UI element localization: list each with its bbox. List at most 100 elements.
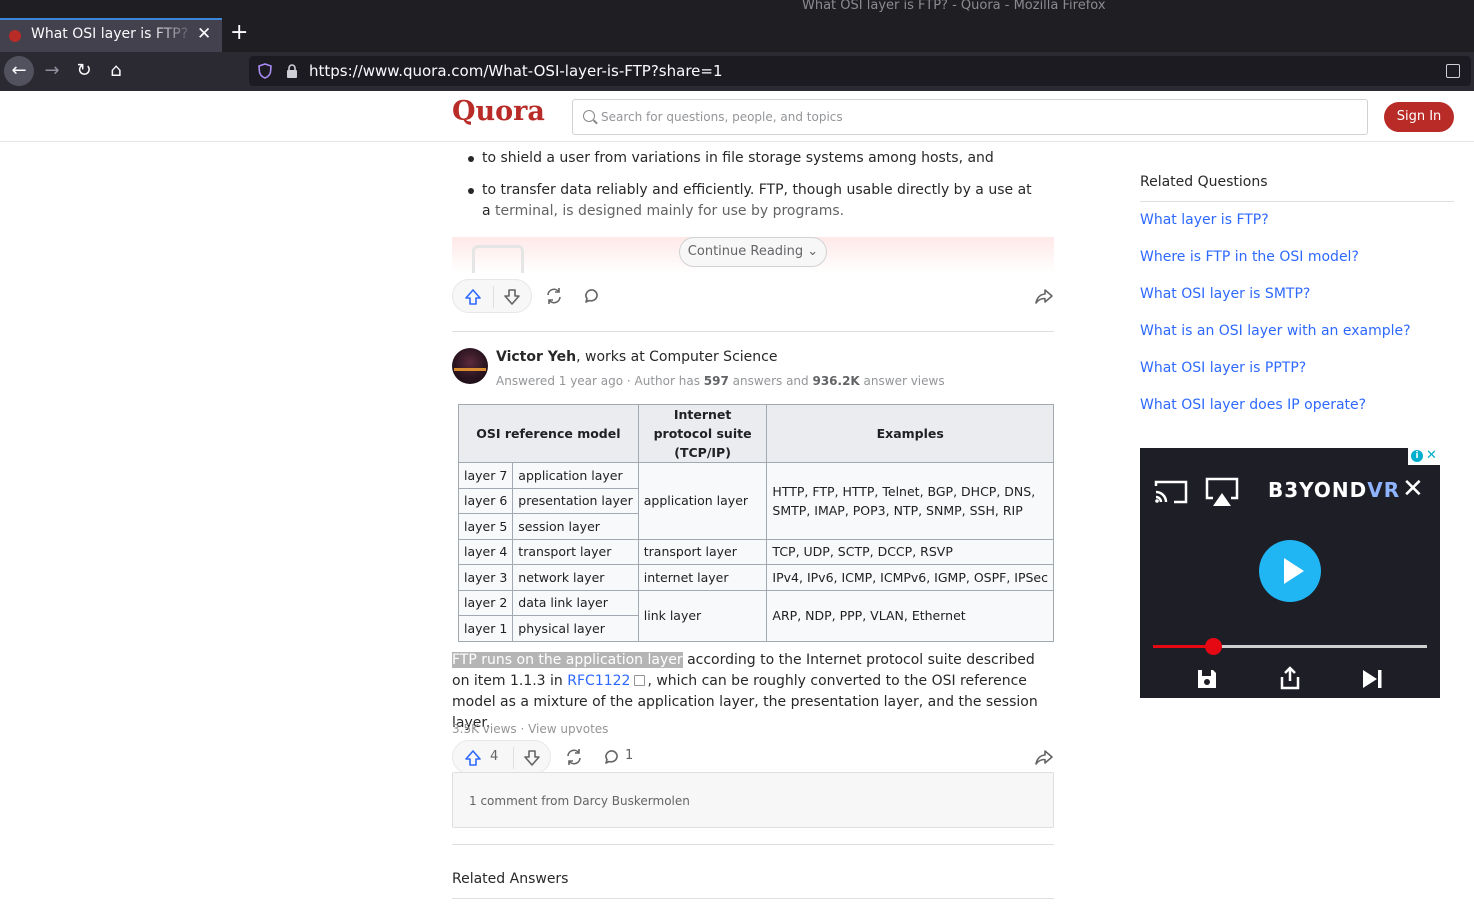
url-text[interactable]: https://www.quora.com/What-OSI-layer-is-…: [309, 62, 723, 80]
video-progress-track[interactable]: [1153, 645, 1427, 648]
share-arrow-icon[interactable]: [1034, 286, 1054, 306]
share-arrow-icon[interactable]: [1034, 747, 1054, 767]
table-cell: layer 7: [457, 462, 514, 489]
window-titlebar: What OSI layer is FTP? - Quora - Mozilla…: [0, 0, 1474, 18]
views-count: 3.5K views: [452, 722, 517, 736]
table-cell: IPv4, IPv6, ICMP, ICMPv6, IGMP, OSPF, IP…: [766, 564, 1054, 591]
table-cell: layer 3: [457, 564, 514, 591]
search-icon: [583, 110, 595, 122]
tab-title-fade: [150, 20, 195, 52]
vote-separator: [493, 286, 494, 308]
skip-next-icon[interactable]: [1361, 668, 1383, 690]
comment-count[interactable]: 1: [625, 748, 633, 763]
airplay-icon[interactable]: [1204, 476, 1240, 508]
search-input[interactable]: [601, 106, 1341, 128]
related-answers-heading: Related Answers: [452, 871, 569, 887]
comment-icon[interactable]: [603, 747, 623, 767]
table-cell: presentation layer: [512, 487, 639, 514]
author-credential[interactable]: , works at Computer Science: [576, 349, 777, 365]
table-cell: HTTP, FTP, HTTP, Telnet, BGP, DHCP, DNS,…: [766, 462, 1054, 540]
downvote-icon[interactable]: [502, 287, 522, 307]
table-cell: internet layer: [637, 564, 768, 591]
bullet-dot: [468, 156, 474, 162]
view-upvotes-link[interactable]: View upvotes: [528, 722, 608, 736]
avatar[interactable]: [452, 348, 488, 384]
table-header: Internet protocol suite (TCP/IP): [637, 404, 768, 463]
ad-info-icon[interactable]: i: [1411, 450, 1423, 462]
chevron-down-icon: ⌄: [807, 244, 819, 259]
table-row: layer 2 data link layer link layer ARP, …: [457, 589, 1054, 642]
table-cell: transport layer: [637, 538, 768, 565]
new-tab-button[interactable]: +: [230, 20, 248, 45]
forward-button[interactable]: →: [37, 56, 67, 86]
lock-icon[interactable]: [286, 64, 298, 78]
table-cell: data link layer: [512, 589, 639, 616]
author-name[interactable]: Victor Yeh: [496, 349, 576, 365]
external-link-icon: [634, 675, 646, 686]
bullet-text: to transfer data reliably and efficientl…: [482, 182, 1032, 219]
save-icon[interactable]: [1196, 668, 1218, 690]
table-cell: application layer: [637, 462, 768, 540]
tab-active[interactable]: What OSI layer is FTP? - Quora ✕: [0, 18, 222, 52]
cast-icon[interactable]: [1154, 478, 1188, 506]
related-question-link[interactable]: What OSI layer is SMTP?: [1140, 286, 1310, 302]
quora-logo[interactable]: Quora: [452, 96, 545, 127]
related-question-link[interactable]: What is an OSI layer with an example?: [1140, 323, 1411, 339]
vote-pill: [452, 279, 532, 313]
downvote-icon[interactable]: [522, 748, 542, 768]
comment-icon[interactable]: [583, 286, 603, 306]
vote-separator: [513, 747, 514, 769]
close-icon[interactable]: ✕: [1402, 476, 1424, 502]
table-cell: application layer: [512, 462, 639, 489]
reader-view-icon[interactable]: [1446, 64, 1460, 78]
comment-preview-box[interactable]: 1 comment from Darcy Buskermolen: [452, 772, 1054, 828]
answer-meta: Answered 1 year ago · Author has 597 ans…: [496, 374, 945, 388]
home-button[interactable]: ⌂: [101, 56, 131, 86]
table-header-row: OSI reference model Internet protocol su…: [458, 404, 1054, 463]
share-upload-icon[interactable]: [1279, 666, 1301, 690]
related-question-link[interactable]: What layer is FTP?: [1140, 212, 1269, 228]
section-divider: [452, 844, 1054, 845]
table-cell: session layer: [512, 513, 639, 540]
window-title: What OSI layer is FTP? - Quora - Mozilla…: [802, 0, 1106, 13]
url-bar[interactable]: https://www.quora.com/What-OSI-layer-is-…: [249, 56, 1471, 86]
ad-close-icon[interactable]: ✕: [1426, 448, 1437, 464]
upvote-icon[interactable]: [463, 287, 483, 307]
sign-in-button[interactable]: Sign In: [1384, 102, 1454, 132]
video-ad[interactable]: i ✕ B3YONDVR ✕: [1140, 448, 1440, 698]
table-cell: layer 6: [457, 487, 514, 514]
table-cell: link layer: [637, 589, 768, 642]
related-question-link[interactable]: What OSI layer does IP operate?: [1140, 397, 1366, 413]
rfc-link[interactable]: RFC1122: [567, 673, 630, 689]
author-line: Victor Yeh, works at Computer Science: [496, 349, 777, 365]
tracking-protection-shield-icon[interactable]: [258, 63, 272, 79]
reload-button[interactable]: ↻: [69, 56, 99, 86]
upvote-count: 4: [490, 749, 499, 764]
tab-close-icon[interactable]: ✕: [197, 24, 211, 44]
table-cell: TCP, UDP, SCTP, DCCP, RSVP: [766, 538, 1054, 565]
vote-pill: 4: [452, 740, 551, 774]
share-reshare-icon[interactable]: [564, 747, 584, 767]
related-question-link[interactable]: Where is FTP in the OSI model?: [1140, 249, 1359, 265]
video-progress-handle[interactable]: [1205, 638, 1223, 655]
back-button[interactable]: ←: [4, 56, 34, 86]
table-cell: layer 5: [457, 513, 514, 540]
continue-reading-button[interactable]: Continue Reading ⌄: [679, 237, 827, 267]
quora-header: Quora Sign In: [0, 91, 1474, 142]
answer-divider: [452, 331, 1054, 332]
table-row: layer 7 application layer application la…: [457, 462, 1054, 540]
table-cell: layer 2: [457, 589, 514, 616]
upvote-icon[interactable]: [463, 748, 483, 768]
share-reshare-icon[interactable]: [544, 286, 564, 306]
search-box[interactable]: [572, 99, 1368, 135]
play-button[interactable]: [1259, 540, 1321, 602]
related-question-link[interactable]: What OSI layer is PPTP?: [1140, 360, 1306, 376]
panel-divider: [1140, 201, 1454, 202]
table-header: OSI reference model: [458, 404, 639, 463]
section-divider: [452, 898, 1054, 899]
bullet-dot: [468, 188, 474, 194]
ad-choices-badge[interactable]: i ✕: [1408, 448, 1440, 465]
table-cell: physical layer: [512, 615, 639, 642]
table-cell: network layer: [512, 564, 639, 591]
views-line: 3.5K views · View upvotes: [452, 722, 609, 736]
